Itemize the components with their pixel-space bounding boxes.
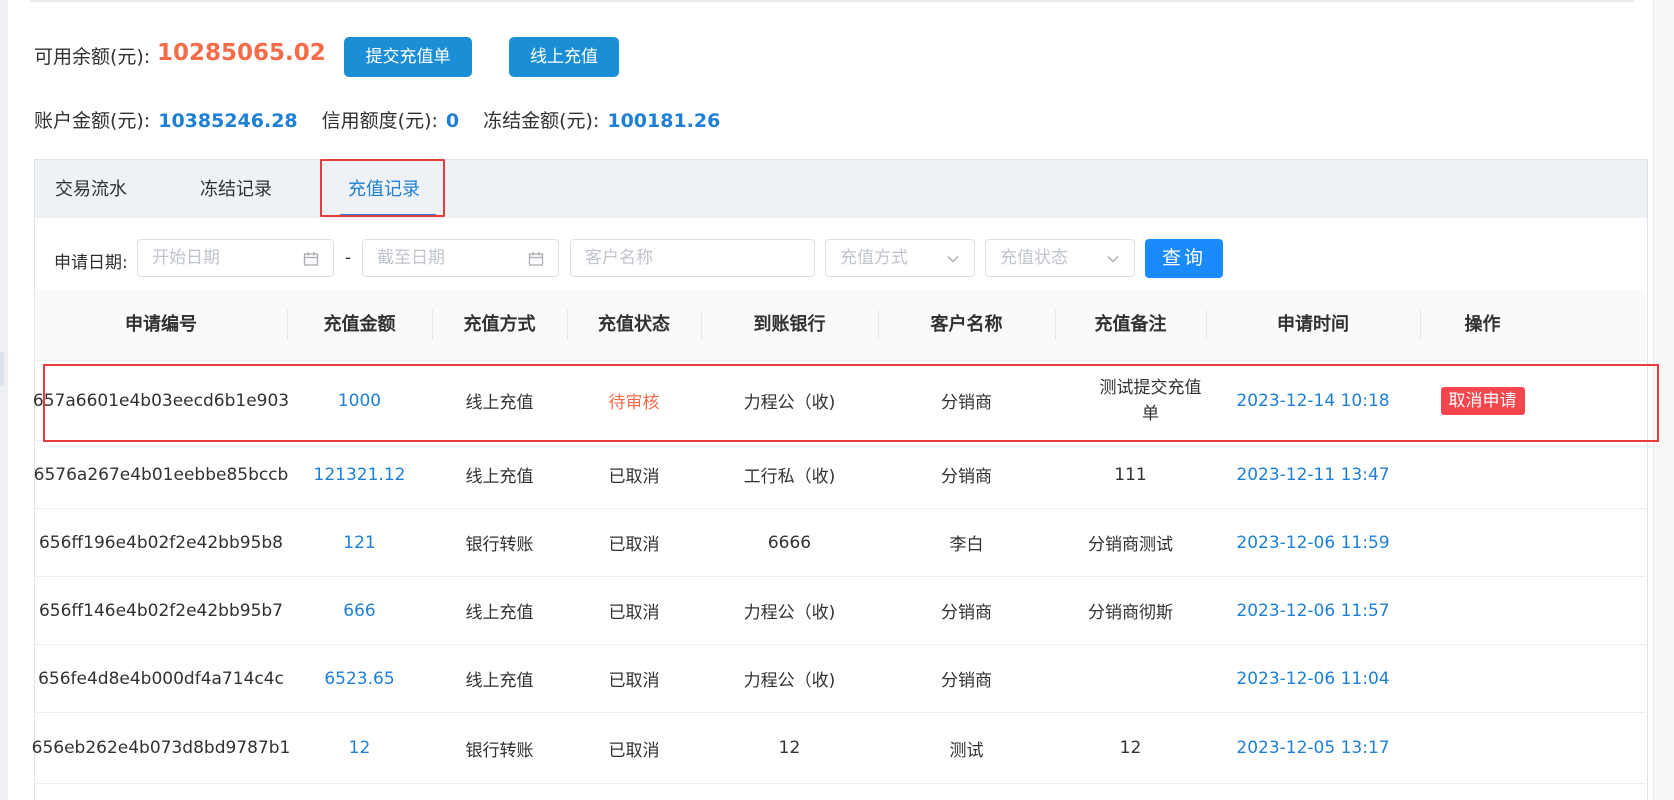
chevron-down-icon [1106, 240, 1120, 276]
cell-method: 银行转账 [465, 535, 534, 555]
calendar-icon [303, 240, 319, 276]
cell-time: 2023-12-06 11:04 [1236, 668, 1390, 689]
tab-frozen-records[interactable]: 冻结记录 [200, 160, 272, 219]
cell-status: 已取消 [608, 535, 660, 555]
cell-bank: 6666 [767, 532, 812, 553]
account-amount-label: 账户金额(元): [34, 110, 151, 132]
recharge-status-placeholder: 充值状态 [1000, 248, 1068, 268]
cell-amount[interactable]: 121321.12 [287, 441, 432, 508]
start-date-input[interactable]: 开始日期 [137, 239, 334, 277]
tab-highlight-box [320, 159, 445, 217]
available-balance-label: 可用余额(元): [34, 46, 151, 68]
side-indicator [0, 352, 4, 386]
apply-date-label: 申请日期: [54, 253, 128, 273]
frozen-amount-label: 冻结金额(元): [483, 110, 600, 132]
cell-note: 111 [1114, 464, 1147, 485]
table-row: 656eb262e4b073d8bd9787b1 12 银行转账 已取消 12 … [31, 713, 1646, 784]
tabs-bar: 交易流水 冻结记录 充值记录 [34, 159, 1648, 219]
submit-recharge-button[interactable]: 提交充值单 [344, 37, 472, 77]
cell-status: 已取消 [608, 467, 660, 487]
cell-status: 已取消 [608, 603, 660, 623]
cell-method: 银行转账 [465, 740, 534, 761]
table-row: 6576a267e4b01eebbe85bccb 121321.12 线上充值 … [33, 441, 1646, 509]
cell-action [1420, 645, 1545, 712]
credit-limit-label: 信用额度(元): [321, 110, 438, 132]
tab-transactions[interactable]: 交易流水 [55, 160, 127, 219]
available-balance-value: 10285065.02 [157, 40, 326, 66]
col-header-customer: 客户名称 [930, 314, 1003, 335]
col-header-time: 申请时间 [1277, 314, 1349, 335]
col-header-note: 充值备注 [1094, 314, 1167, 335]
table-row: 656ff146e4b02f2e42bb95b7 666 线上充值 已取消 力程… [35, 577, 1646, 645]
cell-status: 已取消 [608, 740, 660, 761]
tab-transactions-label: 交易流水 [55, 179, 127, 200]
cell-customer: 分销商 [941, 671, 992, 691]
table-row: 656ff196e4b02f2e42bb95b8 121 银行转账 已取消 66… [35, 509, 1646, 577]
cell-bank: 力程公（收) [743, 671, 836, 691]
cell-customer: 分销商 [941, 467, 992, 487]
cell-amount[interactable]: 6523.65 [287, 645, 432, 712]
cell-id: 656eb262e4b073d8bd9787b1 [31, 738, 291, 758]
table-header: 申请编号 充值金额 充值方式 充值状态 到账银行 客户名称 充值备注 申请时间 … [35, 290, 1646, 361]
recharge-status-select[interactable]: 充值状态 [985, 239, 1135, 277]
chevron-down-icon [946, 240, 960, 276]
recharge-method-select[interactable]: 充值方式 [825, 239, 975, 277]
customer-name-placeholder: 客户名称 [585, 248, 653, 268]
cell-amount[interactable]: 666 [287, 577, 432, 644]
query-button[interactable]: 查询 [1145, 239, 1223, 278]
online-recharge-button[interactable]: 线上充值 [509, 37, 619, 77]
end-date-input[interactable]: 截至日期 [362, 239, 559, 277]
cell-id: 656ff196e4b02f2e42bb95b8 [38, 532, 284, 553]
col-header-method: 充值方式 [463, 314, 536, 335]
cell-id: 6576a267e4b01eebbe85bccb [33, 464, 289, 485]
col-header-bank: 到账银行 [753, 314, 826, 335]
cell-note [1055, 645, 1206, 712]
tab-frozen-records-label: 冻结记录 [200, 179, 272, 200]
cell-action [1420, 509, 1545, 576]
start-date-placeholder: 开始日期 [152, 248, 220, 268]
col-header-id: 申请编号 [125, 314, 197, 335]
col-header-action: 操作 [1464, 314, 1501, 335]
account-amount-value: 10385246.28 [158, 110, 298, 132]
col-header-status: 充值状态 [598, 314, 670, 335]
cell-time: 2023-12-05 13:17 [1236, 738, 1390, 758]
cell-id: 656fe4d8e4b000df4a714c4c [38, 668, 284, 689]
cell-method: 线上充值 [465, 671, 534, 691]
top-divider [30, 0, 1634, 2]
cell-customer: 李白 [949, 535, 984, 555]
customer-name-input[interactable]: 客户名称 [570, 239, 815, 277]
calendar-icon [528, 240, 544, 276]
cell-status: 已取消 [608, 671, 660, 691]
cell-time: 2023-12-06 11:59 [1236, 532, 1390, 553]
cell-action [1420, 713, 1545, 783]
frozen-amount-value: 100181.26 [607, 110, 721, 132]
cell-time: 2023-12-06 11:57 [1236, 600, 1390, 621]
cell-action [1420, 577, 1545, 644]
cell-action [1420, 441, 1545, 508]
cell-amount[interactable]: 121 [287, 509, 432, 576]
account-info: 账户金额(元): 10385246.28 信用额度(元): 0 冻结金额(元): 1001… [34, 106, 744, 133]
cell-amount[interactable]: 12 [287, 713, 432, 783]
cell-note: 12 [1119, 738, 1142, 758]
date-separator: - [345, 248, 352, 268]
cell-time: 2023-12-11 13:47 [1236, 464, 1390, 485]
cell-id: 656ff146e4b02f2e42bb95b7 [38, 600, 284, 621]
col-header-amount: 充值金额 [323, 314, 396, 335]
cell-method: 线上充值 [465, 467, 534, 487]
cell-bank: 12 [778, 738, 801, 758]
side-strip [0, 0, 8, 800]
end-date-placeholder: 截至日期 [377, 248, 445, 268]
cell-bank: 工行私（收) [743, 467, 836, 487]
recharge-method-placeholder: 充值方式 [840, 248, 908, 268]
cell-note: 分销商彻斯 [1088, 603, 1173, 623]
table-row: 656fe4d8e4b000df4a714c4c 6523.65 线上充值 已取… [35, 645, 1646, 713]
cell-note: 分销商测试 [1088, 535, 1173, 555]
cell-bank: 力程公（收) [743, 603, 836, 623]
cell-customer: 分销商 [941, 603, 992, 623]
row-highlight-box [43, 364, 1659, 442]
credit-limit-value: 0 [445, 110, 460, 132]
cell-customer: 测试 [949, 740, 984, 761]
cell-method: 线上充值 [465, 603, 534, 623]
